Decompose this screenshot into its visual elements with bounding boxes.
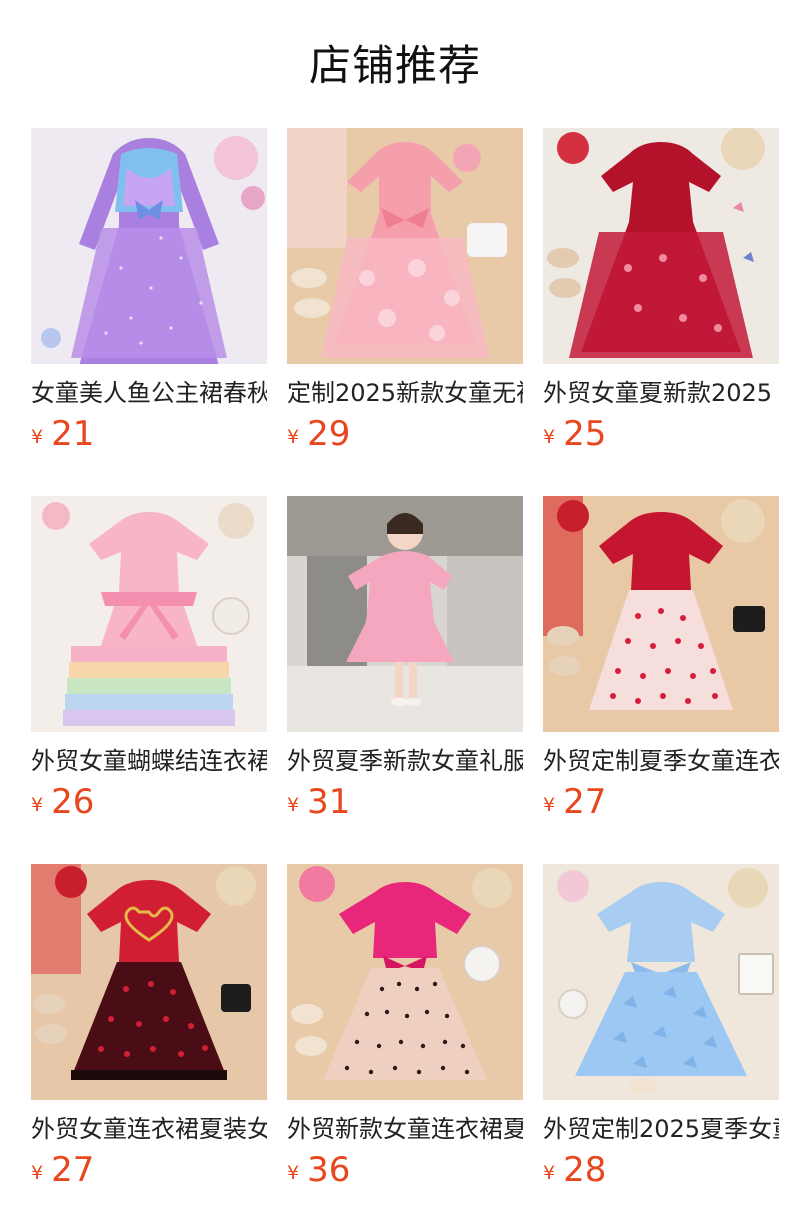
product-image[interactable]	[543, 128, 779, 364]
product-title[interactable]: 外贸女童连衣裙夏装女	[31, 1113, 267, 1145]
product-title[interactable]: 外贸女童夏新款2025	[543, 377, 779, 409]
product-image[interactable]	[287, 496, 523, 732]
product-title[interactable]: 外贸定制夏季女童连衣	[543, 745, 779, 777]
product-card[interactable]: 外贸夏季新款女童礼服 ¥31	[287, 496, 523, 832]
price-value: 25	[563, 414, 607, 454]
product-image[interactable]	[31, 864, 267, 1100]
product-price: ¥36	[287, 1150, 523, 1196]
product-image[interactable]	[287, 128, 523, 364]
product-card[interactable]: 外贸新款女童连衣裙夏 ¥36	[287, 864, 523, 1200]
price-value: 21	[51, 414, 95, 454]
product-card[interactable]: 外贸定制2025夏季女童 ¥28	[543, 864, 779, 1200]
currency-symbol: ¥	[543, 426, 556, 448]
product-card[interactable]: 外贸定制夏季女童连衣 ¥27	[543, 496, 779, 832]
product-title[interactable]: 女童美人鱼公主裙春秋	[31, 377, 267, 409]
section-title: 店铺推荐	[308, 41, 481, 90]
price-value: 27	[51, 1150, 95, 1190]
product-grid: 女童美人鱼公主裙春秋 ¥21 定制2025新款女童无袖 ¥ 29 外贸女童夏新款…	[31, 128, 790, 1200]
product-image[interactable]	[287, 864, 523, 1100]
product-title[interactable]: 定制2025新款女童无袖	[287, 377, 523, 409]
product-card[interactable]: 外贸女童连衣裙夏装女 ¥27	[31, 864, 267, 1200]
product-image[interactable]	[31, 496, 267, 732]
product-title[interactable]: 外贸新款女童连衣裙夏	[287, 1113, 523, 1145]
currency-symbol: ¥	[31, 426, 44, 448]
price-value: 31	[307, 782, 351, 822]
product-title[interactable]: 外贸女童蝴蝶结连衣裙	[31, 745, 267, 777]
product-title[interactable]: 外贸定制2025夏季女童	[543, 1113, 779, 1145]
product-price: ¥28	[543, 1150, 779, 1196]
currency-symbol: ¥	[31, 794, 44, 816]
product-card[interactable]: 外贸女童蝴蝶结连衣裙 ¥26	[31, 496, 267, 832]
price-value: 29	[307, 414, 351, 454]
currency-symbol: ¥	[31, 1162, 44, 1184]
price-value: 26	[51, 782, 95, 822]
product-title[interactable]: 外贸夏季新款女童礼服	[287, 745, 523, 777]
product-price: ¥26	[31, 782, 267, 828]
product-price: ¥21	[31, 414, 267, 460]
product-price: ¥31	[287, 782, 523, 828]
currency-symbol: ¥	[287, 1162, 300, 1184]
price-value: 28	[563, 1150, 607, 1190]
currency-symbol: ¥	[287, 794, 300, 816]
product-image[interactable]	[543, 496, 779, 732]
product-image[interactable]	[543, 864, 779, 1100]
product-card[interactable]: 女童美人鱼公主裙春秋 ¥21	[31, 128, 267, 464]
product-price: ¥25	[543, 414, 779, 460]
currency-symbol: ¥	[287, 426, 300, 448]
price-value: 27	[563, 782, 607, 822]
product-price: ¥27	[543, 782, 779, 828]
product-card[interactable]: 定制2025新款女童无袖 ¥29	[287, 128, 523, 464]
price-value: 36	[307, 1150, 351, 1190]
product-card[interactable]: 外贸女童夏新款2025 ¥25	[543, 128, 779, 464]
product-price: ¥29	[287, 414, 523, 460]
currency-symbol: ¥	[543, 794, 556, 816]
currency-symbol: ¥	[543, 1162, 556, 1184]
product-image[interactable]	[31, 128, 267, 364]
product-price: ¥27	[31, 1150, 267, 1196]
